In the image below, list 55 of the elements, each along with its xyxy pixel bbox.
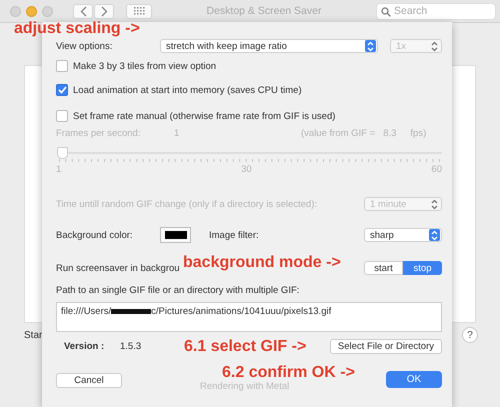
path-text: c/Pictures/animations/1041uuu/pixels13.gif bbox=[151, 306, 332, 317]
help-button[interactable]: ? bbox=[462, 327, 478, 343]
checkbox-label: Set frame rate manual (otherwise frame rate from GIF is used) bbox=[73, 110, 336, 122]
checkbox[interactable] bbox=[56, 60, 68, 72]
annotation-text: adjust scaling -> bbox=[14, 20, 140, 38]
view-options-label: View options: bbox=[56, 40, 114, 52]
run-mode-label: Run screensaver in backgrou bbox=[56, 262, 180, 274]
background-label: Star bbox=[24, 330, 42, 340]
annotation-text: background mode -> bbox=[183, 254, 341, 272]
tick-label: 30 bbox=[241, 164, 252, 175]
chevron-right-icon bbox=[100, 6, 108, 16]
version-label: Version : bbox=[64, 341, 106, 352]
background-color-label: Background color: bbox=[56, 230, 134, 240]
frames-label: Frames per second: bbox=[56, 128, 142, 139]
grid-icon bbox=[134, 7, 144, 15]
stepper-icon bbox=[366, 40, 375, 52]
path-text: file:///Users/ bbox=[61, 306, 112, 317]
image-filter-label: Image filter: bbox=[209, 230, 260, 240]
minimize-button[interactable] bbox=[26, 6, 37, 16]
tick-label: 60 bbox=[431, 164, 442, 175]
forward-button[interactable] bbox=[94, 4, 114, 18]
zoom-button[interactable] bbox=[42, 6, 53, 16]
checkbox-label: Load animation at start into memory (saves CPU time) bbox=[73, 84, 302, 96]
annotation-text: 6.1 select GIF -> bbox=[184, 338, 306, 356]
path-field[interactable]: file:///Users/ c/Pictures/animations/1041uuu/pixels13.gif bbox=[56, 302, 442, 332]
search-icon bbox=[381, 6, 391, 16]
stepper-icon bbox=[430, 198, 439, 210]
close-button[interactable] bbox=[10, 6, 21, 16]
tick-label: 1 bbox=[56, 164, 62, 175]
checkbox-label: Make 3 by 3 tiles from view option bbox=[73, 60, 216, 72]
color-well[interactable] bbox=[160, 227, 191, 243]
search-field[interactable]: Search bbox=[376, 2, 496, 20]
frames-value: 1 bbox=[174, 128, 180, 139]
show-all-button[interactable] bbox=[126, 4, 152, 18]
gif-rate-value: 8.3 bbox=[383, 128, 396, 139]
back-button[interactable] bbox=[73, 4, 93, 18]
cancel-button[interactable]: Cancel bbox=[56, 373, 122, 388]
checkbox[interactable] bbox=[56, 84, 68, 96]
segment-tab[interactable]: start bbox=[364, 261, 403, 275]
dropdown[interactable]: sharp bbox=[364, 228, 442, 242]
gif-rate-label: (value from GIF = bbox=[301, 128, 376, 139]
path-label: Path to an single GIF file or an directory with multiple GIF: bbox=[56, 285, 300, 296]
random-change-label: Time untill random GIF change (only if a directory is selected): bbox=[56, 198, 318, 210]
window-title: Desktop & Screen Saver bbox=[206, 5, 322, 17]
checkbox[interactable] bbox=[56, 110, 68, 122]
stepper-icon bbox=[430, 40, 439, 52]
segment-tab[interactable]: stop bbox=[403, 261, 442, 275]
chevron-left-icon bbox=[80, 6, 86, 16]
annotation-text: 6.2 confirm OK -> bbox=[222, 364, 355, 382]
unit-label: fps) bbox=[410, 128, 426, 139]
ok-button[interactable]: OK bbox=[386, 371, 442, 388]
stepper-icon bbox=[430, 228, 439, 242]
select-file-button[interactable]: Select File or Directory bbox=[330, 339, 442, 354]
dropdown[interactable]: stretch with keep image ratio bbox=[160, 39, 378, 53]
version-value: 1.5.3 bbox=[120, 341, 142, 352]
